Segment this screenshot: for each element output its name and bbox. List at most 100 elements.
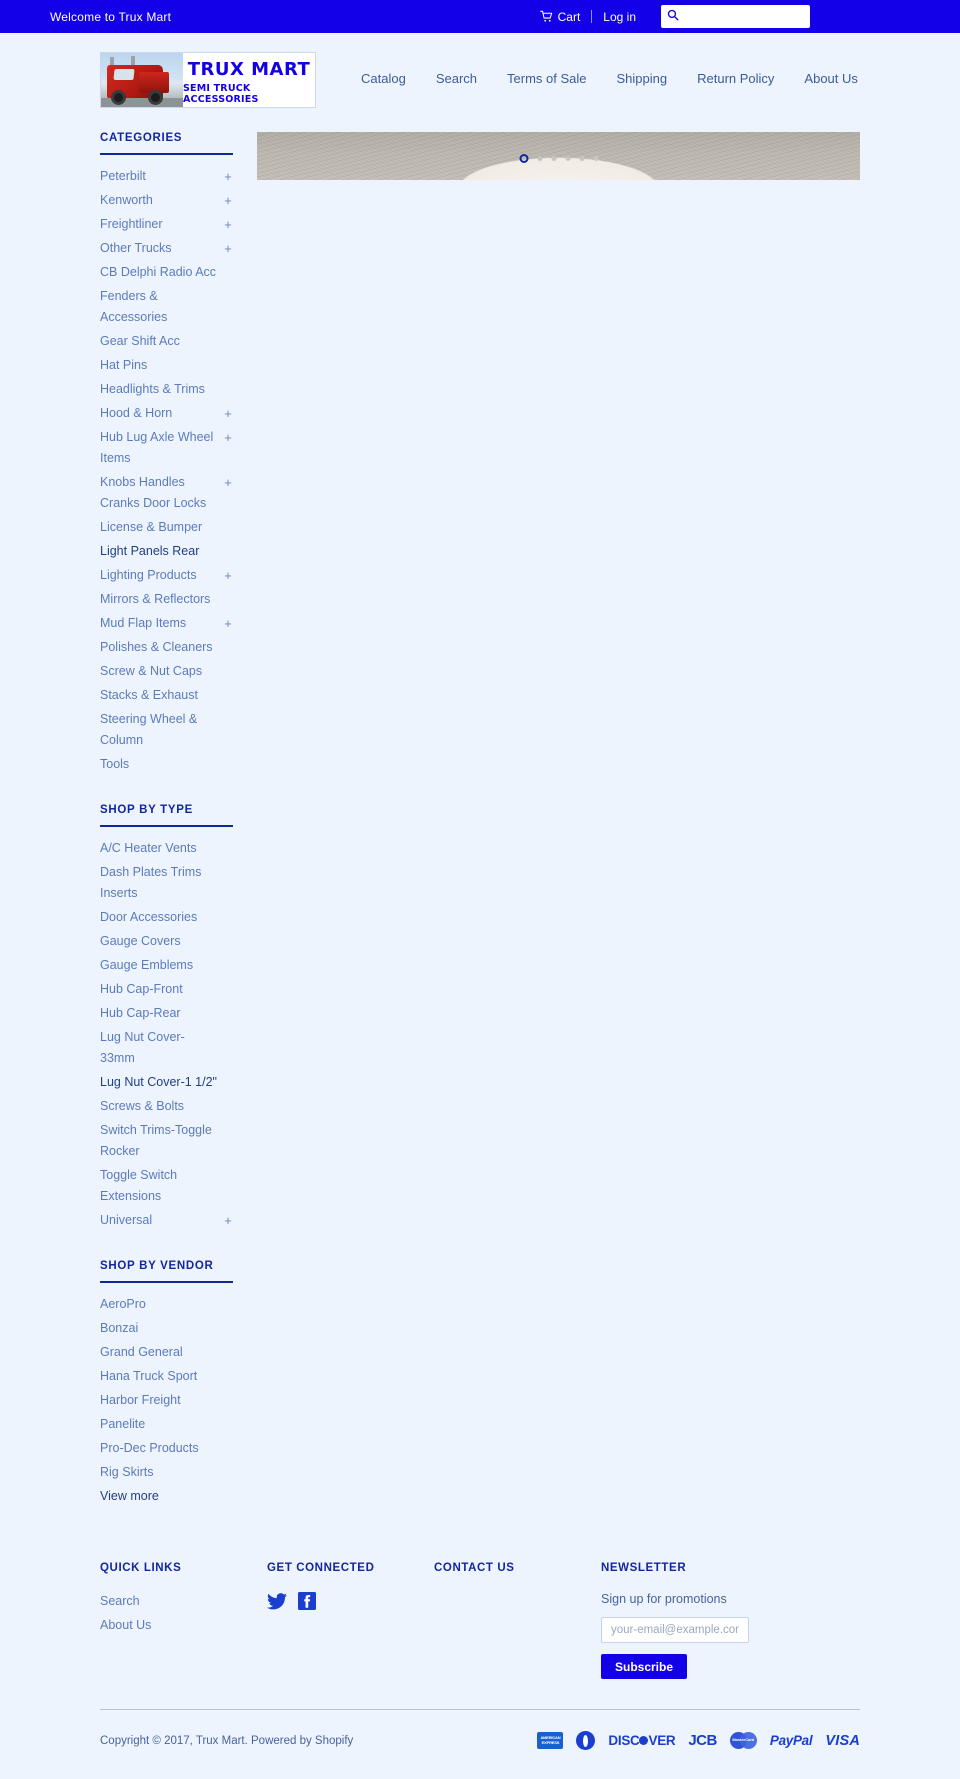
expand-plus-icon[interactable]: + — [223, 166, 233, 187]
nav-item-shipping[interactable]: Shipping — [602, 71, 683, 86]
list-item: Stacks & Exhaust — [100, 685, 233, 706]
slideshow-dot[interactable] — [593, 156, 598, 161]
sidebar-link[interactable]: CB Delphi Radio Acc — [100, 262, 223, 283]
subscribe-button[interactable]: Subscribe — [601, 1654, 688, 1679]
footer-title-newsletter: NEWSLETTER — [601, 1562, 687, 1574]
sidebar-link[interactable]: AeroPro — [100, 1294, 223, 1315]
sidebar-link[interactable]: Gauge Emblems — [100, 955, 223, 976]
sidebar-link[interactable]: Freightliner — [100, 214, 223, 235]
list-item: Lug Nut Cover-33mm — [100, 1027, 233, 1069]
sidebar-link[interactable]: Hub Cap-Front — [100, 979, 223, 1000]
sidebar-link[interactable]: Hub Lug Axle Wheel Items — [100, 427, 223, 469]
sidebar-link[interactable]: Door Accessories — [100, 907, 223, 928]
list-item: A/C Heater Vents — [100, 838, 233, 859]
sidebar-link[interactable]: Polishes & Cleaners — [100, 637, 223, 658]
search-box[interactable] — [661, 5, 838, 28]
expand-plus-icon[interactable]: + — [223, 403, 233, 424]
nav-item-return-policy[interactable]: Return Policy — [682, 71, 789, 86]
expand-plus-icon[interactable]: + — [223, 190, 233, 211]
facebook-icon[interactable] — [298, 1592, 316, 1610]
list-item: Light Panels Rear — [100, 541, 233, 562]
list-item: Hub Cap-Front — [100, 979, 233, 1000]
search-input[interactable] — [679, 6, 838, 27]
sidebar-link[interactable]: Light Panels Rear — [100, 541, 223, 562]
main-navigation: Catalog Search Terms of Sale Shipping Re… — [346, 52, 873, 86]
nav-item-catalog[interactable]: Catalog — [346, 71, 421, 86]
site-logo[interactable]: TRUX MART SEMI TRUCK ACCESSORIES — [100, 52, 316, 108]
social-icon-list — [267, 1592, 434, 1610]
sidebar-link[interactable]: Stacks & Exhaust — [100, 685, 223, 706]
sidebar-link[interactable]: Hub Cap-Rear — [100, 1003, 223, 1024]
sidebar-link[interactable]: Grand General — [100, 1342, 223, 1363]
sidebar-link[interactable]: Lighting Products — [100, 565, 223, 586]
american-express-icon: AMERICAN EXPRESS — [537, 1732, 564, 1749]
sidebar-link[interactable]: Lug Nut Cover-33mm — [100, 1027, 223, 1069]
sidebar-link[interactable]: Gauge Covers — [100, 931, 223, 952]
sidebar-link[interactable]: Harbor Freight — [100, 1390, 223, 1411]
quick-link-search[interactable]: Search — [100, 1594, 140, 1608]
cart-link[interactable]: Cart — [529, 10, 592, 24]
main-content — [257, 132, 860, 180]
list-item: Peterbilt + — [100, 166, 233, 187]
slideshow-dot[interactable] — [579, 156, 584, 161]
newsletter-note: Sign up for promotions — [601, 1592, 727, 1606]
sidebar-link[interactable]: Knobs Handles Cranks Door Locks — [100, 472, 223, 514]
list-item: Pro-Dec Products — [100, 1438, 233, 1459]
slideshow-dot[interactable] — [519, 154, 528, 163]
list-item: Switch Trims-Toggle Rocker — [100, 1120, 233, 1162]
sidebar-link[interactable]: Universal — [100, 1210, 223, 1231]
sidebar-link[interactable]: Panelite — [100, 1414, 223, 1435]
slideshow-dot[interactable] — [565, 156, 570, 161]
sidebar-link[interactable]: Tools — [100, 754, 223, 775]
footer-column-newsletter: NEWSLETTER Sign up for promotions Subscr… — [601, 1562, 860, 1679]
sidebar-rule — [100, 825, 233, 827]
expand-plus-icon[interactable]: + — [223, 214, 233, 235]
sidebar-link[interactable]: Hana Truck Sport — [100, 1366, 223, 1387]
sidebar-link[interactable]: Bonzai — [100, 1318, 223, 1339]
sidebar-link[interactable]: Screw & Nut Caps — [100, 661, 223, 682]
footer-column-quick-links: QUICK LINKS Search About Us — [100, 1562, 267, 1640]
slideshow-dot[interactable] — [551, 156, 556, 161]
nav-item-terms-of-sale[interactable]: Terms of Sale — [492, 71, 601, 86]
sidebar-link[interactable]: Hat Pins — [100, 355, 223, 376]
sidebar-link[interactable]: Rig Skirts — [100, 1462, 223, 1483]
expand-plus-icon[interactable]: + — [223, 613, 233, 634]
sidebar-link[interactable]: Steering Wheel & Column — [100, 709, 223, 751]
sidebar-link[interactable]: View more — [100, 1486, 223, 1507]
nav-item-search[interactable]: Search — [421, 71, 492, 86]
login-link[interactable]: Log in — [592, 10, 647, 24]
sidebar-link[interactable]: Dash Plates Trims Inserts — [100, 862, 223, 904]
sidebar-link[interactable]: Hood & Horn — [100, 403, 223, 424]
sidebar-link[interactable]: Pro-Dec Products — [100, 1438, 223, 1459]
jcb-icon: JCB — [688, 1732, 717, 1749]
expand-plus-icon[interactable]: + — [223, 427, 233, 448]
list-item: Screws & Bolts — [100, 1096, 233, 1117]
slideshow-dot[interactable] — [537, 156, 542, 161]
nav-item-about-us[interactable]: About Us — [789, 71, 872, 86]
sidebar-link[interactable]: Kenworth — [100, 190, 223, 211]
sidebar-link[interactable]: A/C Heater Vents — [100, 838, 223, 859]
newsletter-email-input[interactable] — [601, 1617, 749, 1643]
sidebar-link[interactable]: Headlights & Trims — [100, 379, 223, 400]
sidebar-link[interactable]: Gear Shift Acc — [100, 331, 223, 352]
sidebar-link[interactable]: Lug Nut Cover-1 1/2" — [100, 1072, 223, 1093]
sidebar-link[interactable]: Toggle Switch Extensions — [100, 1165, 223, 1207]
list-item: Other Trucks + — [100, 238, 233, 259]
sidebar-link[interactable]: Switch Trims-Toggle Rocker — [100, 1120, 223, 1162]
sidebar-link[interactable]: License & Bumper — [100, 517, 223, 538]
sidebar-link[interactable]: Mud Flap Items — [100, 613, 223, 634]
expand-plus-icon[interactable]: + — [223, 472, 233, 493]
sidebar-link[interactable]: Screws & Bolts — [100, 1096, 223, 1117]
list-item: License & Bumper — [100, 517, 233, 538]
sidebar-link[interactable]: Fenders & Accessories — [100, 286, 223, 328]
expand-plus-icon[interactable]: + — [223, 565, 233, 586]
sidebar-link[interactable]: Other Trucks — [100, 238, 223, 259]
twitter-icon[interactable] — [267, 1592, 287, 1610]
site-header: TRUX MART SEMI TRUCK ACCESSORIES Catalog… — [100, 33, 860, 108]
expand-plus-icon[interactable]: + — [223, 238, 233, 259]
expand-plus-icon[interactable]: + — [223, 1210, 233, 1231]
sidebar-link[interactable]: Mirrors & Reflectors — [100, 589, 223, 610]
quick-link-about-us[interactable]: About Us — [100, 1618, 151, 1632]
hero-slideshow[interactable] — [257, 132, 860, 180]
sidebar-link[interactable]: Peterbilt — [100, 166, 223, 187]
